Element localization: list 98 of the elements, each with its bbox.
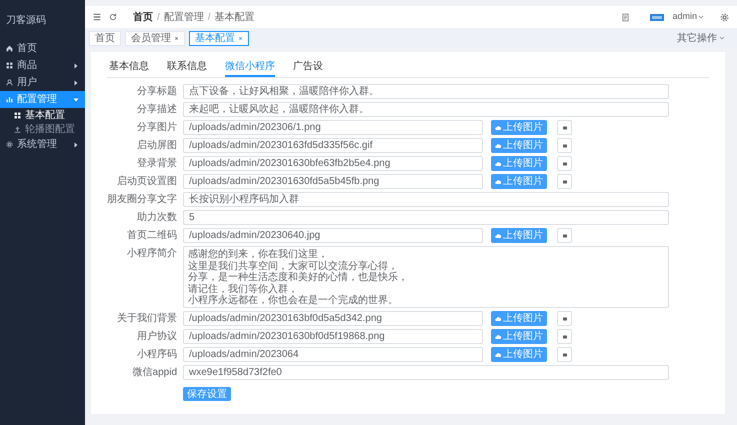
breadcrumb-separator: / — [208, 10, 211, 24]
image-icon — [562, 160, 568, 166]
caret-down-icon — [73, 96, 79, 102]
close-icon — [238, 36, 243, 40]
preview-button[interactable] — [557, 138, 572, 153]
user-icon — [6, 79, 13, 86]
input-field[interactable]: /uploads/admin/202306/1.png — [183, 120, 483, 135]
input-field[interactable]: 5 — [183, 210, 669, 225]
chevron-down-icon — [719, 35, 725, 41]
document-icon — [621, 12, 630, 22]
caret-right-icon — [73, 62, 79, 68]
text-line: 分享，是一种生活态度和美好的心情，也是快乐， — [188, 272, 409, 284]
upload-arrow-icon — [14, 126, 21, 132]
field-label: 分享图片 — [137, 121, 177, 134]
input-field[interactable]: 长按识别小程序码加入群 — [183, 192, 669, 207]
preview-button[interactable] — [557, 174, 572, 189]
field-label: 分享标题 — [137, 85, 177, 98]
form-tab[interactable]: 微信小程序 — [225, 57, 275, 77]
cloud-icon — [495, 232, 501, 238]
cloud-icon — [495, 160, 501, 166]
field-label: 用户协议 — [137, 330, 177, 343]
preview-button[interactable] — [557, 120, 572, 135]
bar-chart-icon — [6, 96, 13, 103]
cloud-icon — [495, 142, 501, 148]
input-field[interactable]: /uploads/admin/20230640.jpg — [183, 228, 483, 243]
close-icon — [174, 36, 179, 40]
image-icon — [562, 316, 568, 322]
input-field[interactable]: /uploads/admin/2023064 — [183, 347, 483, 362]
field-label: 小程序简介 — [127, 247, 177, 260]
input-field[interactable]: /uploads/admin/202301630bfe63fb2b5e4.png — [183, 156, 483, 171]
sidebar-subitem[interactable]: 轮播图配置 — [0, 122, 85, 136]
grid-icon — [14, 112, 21, 118]
cloud-icon — [495, 178, 501, 184]
text-line: 这里是我们共享空间，大家可以交流分享心得， — [188, 260, 399, 272]
page-tab[interactable]: 基本配置 — [189, 30, 249, 46]
image-icon — [562, 178, 568, 184]
input-field[interactable]: 点下设备，让好风相聚，温暖陪伴你入群。 — [183, 84, 669, 99]
cloud-icon — [495, 124, 501, 130]
field-label: 小程序码 — [137, 348, 177, 361]
field-label: 登录背景 — [137, 157, 177, 170]
text-line: 请记住，我们等你入群， — [188, 284, 299, 294]
text-line: 小程序永远都在，你也会在是一个完成的世界。 — [188, 295, 399, 306]
form-tab[interactable]: 广告设 — [293, 57, 323, 77]
refresh-icon — [109, 13, 117, 21]
caret-right-icon — [73, 80, 79, 86]
more-actions-menu[interactable]: 其它操作 — [677, 30, 725, 46]
grid-icon — [6, 62, 13, 69]
input-field[interactable]: wxe9e1f958d73f2fe0 — [183, 365, 669, 380]
form-tab[interactable]: 联系信息 — [167, 57, 207, 77]
input-field[interactable]: 来起吧，让暖风吹起，温暖陪伴你入群。 — [183, 102, 669, 117]
form-tab[interactable]: 基本信息 — [109, 57, 149, 77]
caret-right-icon — [73, 142, 79, 148]
field-label: 首页二维码 — [127, 229, 177, 242]
image-icon — [562, 142, 568, 148]
sidebar-item[interactable]: 系统管理 — [0, 136, 85, 153]
input-field[interactable]: /uploads/admin/202301630fd5a5b45fb.png — [183, 174, 483, 189]
field-label: 分享描述 — [137, 103, 177, 116]
image-icon — [562, 232, 568, 238]
input-field[interactable]: /uploads/admin/20230163bf0d5a5d342.png — [183, 311, 483, 326]
breadcrumb-item[interactable]: 基本配置 — [214, 10, 255, 24]
input-field[interactable]: /uploads/admin/202301630bf0d5f19868.png — [183, 329, 483, 344]
text-area[interactable]: 感谢您的到来，你在我们这里， 这里是我们共享空间，大家可以交流分享心得， 分享，是一种生活态度和美好的心情，也是快乐， 请记住，我们等你入群， 小程序永远都在，你也会在是一个完成的世界。 — [183, 246, 669, 308]
cloud-icon — [495, 316, 501, 322]
gear-icon — [6, 141, 13, 148]
user-menu[interactable]: admin — [672, 10, 704, 24]
cloud-icon — [495, 352, 501, 358]
preview-button[interactable] — [557, 329, 572, 344]
text-line: 感谢您的到来，你在我们这里， — [188, 249, 329, 260]
field-label: 助力次数 — [137, 211, 177, 224]
sidebar-item[interactable]: 用户 — [0, 74, 85, 91]
preview-button[interactable] — [557, 228, 572, 243]
breadcrumb-item[interactable]: 配置管理 — [164, 10, 204, 24]
sidebar-item[interactable]: 首页 — [0, 40, 85, 57]
page-tab[interactable]: 会员管理 — [125, 30, 185, 46]
home-icon — [6, 45, 13, 52]
image-icon — [562, 334, 568, 340]
preview-button[interactable] — [557, 347, 572, 362]
settings-icon — [720, 12, 729, 22]
menu-icon — [93, 13, 101, 21]
cloud-icon — [495, 334, 501, 340]
field-label: 朋友圈分享文字 — [107, 193, 177, 206]
app-title: 刀客源码 — [6, 14, 46, 28]
field-label: 微信appid — [132, 366, 177, 379]
page-tab[interactable]: 首页 — [89, 30, 121, 46]
preview-button[interactable] — [557, 156, 572, 171]
preview-button[interactable] — [557, 311, 572, 326]
field-label: 关于我们背景 — [117, 312, 177, 325]
chevron-down-icon — [698, 14, 704, 20]
image-icon — [562, 352, 568, 358]
sidebar-item[interactable]: 配置管理 — [0, 91, 85, 108]
image-icon — [562, 124, 568, 130]
breadcrumb-item[interactable]: 首页 — [133, 10, 153, 24]
field-label: 启动页设置图 — [117, 175, 177, 188]
breadcrumb-separator: / — [157, 10, 160, 24]
sidebar-item[interactable]: 商品 — [0, 57, 85, 74]
field-label: 启动屏图 — [137, 139, 177, 152]
sidebar-subitem[interactable]: 基本配置 — [0, 108, 85, 122]
input-field[interactable]: /uploads/admin/20230163fd5d335f56c.gif — [183, 138, 483, 153]
